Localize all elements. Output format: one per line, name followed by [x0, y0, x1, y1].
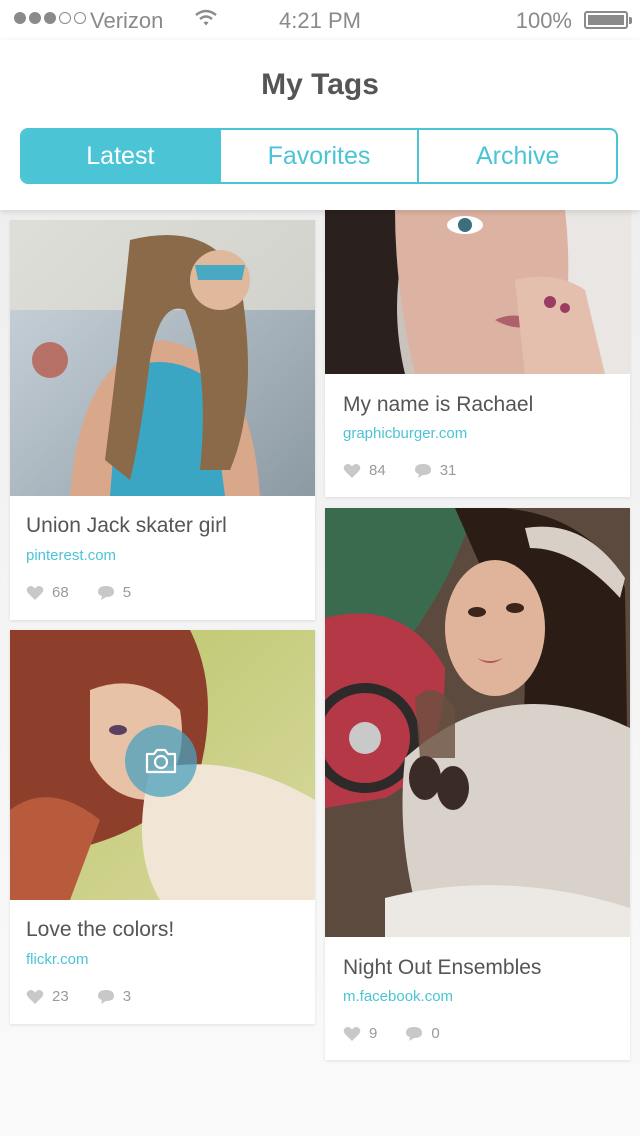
like-count-value: 9 — [369, 1025, 378, 1042]
card-title: Night Out Ensembles — [343, 956, 542, 979]
card-source-link[interactable]: pinterest.com — [26, 547, 116, 564]
heart-icon — [26, 989, 44, 1004]
status-bar: Verizon 4:21 PM 100% — [0, 0, 640, 40]
speech-bubble-icon — [97, 989, 114, 1004]
card-photo[interactable] — [10, 630, 315, 900]
speech-bubble-icon — [414, 463, 431, 478]
comment-count-value: 0 — [431, 1025, 440, 1042]
like-count-value: 23 — [52, 988, 69, 1005]
like-count-value: 68 — [52, 584, 69, 601]
card-stats: 23 3 — [26, 988, 159, 1005]
tab-favorites[interactable]: Favorites — [221, 130, 420, 182]
like-count[interactable]: 9 — [343, 1025, 377, 1042]
tab-archive[interactable]: Archive — [419, 130, 616, 182]
camera-button[interactable] — [125, 725, 197, 797]
heart-icon — [343, 463, 361, 478]
card-title: My name is Rachael — [343, 393, 534, 416]
heart-icon — [343, 1026, 361, 1041]
card-stats: 9 0 — [343, 1025, 468, 1042]
tag-card[interactable]: Union Jack skater girl pinterest.com 68 … — [10, 220, 315, 620]
card-source-link[interactable]: m.facebook.com — [343, 988, 453, 1005]
comment-count[interactable]: 3 — [97, 988, 131, 1005]
card-stats: 84 31 — [343, 462, 484, 479]
battery-percentage: 100% — [515, 8, 572, 33]
comment-count-value: 31 — [439, 462, 457, 479]
segmented-control: Latest Favorites Archive — [20, 128, 618, 184]
comment-count[interactable]: 31 — [414, 462, 457, 479]
tag-card[interactable]: My name is Rachael graphicburger.com 84 … — [325, 210, 630, 497]
like-count[interactable]: 23 — [26, 988, 69, 1005]
card-title: Love the colors! — [26, 918, 175, 941]
tag-card[interactable]: Love the colors! flickr.com 23 3 — [10, 630, 315, 1024]
card-source-link[interactable]: graphicburger.com — [343, 425, 467, 442]
speech-bubble-icon — [97, 585, 114, 600]
card-stats: 68 5 — [26, 584, 159, 601]
comment-count-value: 3 — [122, 988, 132, 1005]
speech-bubble-icon — [406, 1026, 423, 1041]
like-count[interactable]: 68 — [26, 584, 69, 601]
battery-icon — [584, 11, 632, 29]
tab-latest[interactable]: Latest — [22, 130, 221, 182]
comment-count-value: 5 — [122, 584, 132, 601]
heart-icon — [26, 585, 44, 600]
page-title: My Tags — [261, 68, 379, 101]
comment-count[interactable]: 5 — [97, 584, 131, 601]
like-count-value: 84 — [369, 462, 386, 479]
camera-icon — [145, 748, 177, 774]
comment-count[interactable]: 0 — [405, 1025, 440, 1042]
header: My Tags Latest Favorites Archive — [0, 40, 640, 210]
card-title: Union Jack skater girl — [26, 514, 227, 537]
card-source-link[interactable]: flickr.com — [26, 951, 89, 968]
card-photo[interactable] — [10, 220, 315, 496]
like-count[interactable]: 84 — [343, 462, 386, 479]
tag-card[interactable]: Night Out Ensembles m.facebook.com 9 0 — [325, 508, 630, 1060]
card-photo[interactable] — [325, 210, 630, 374]
card-photo[interactable] — [325, 508, 630, 937]
